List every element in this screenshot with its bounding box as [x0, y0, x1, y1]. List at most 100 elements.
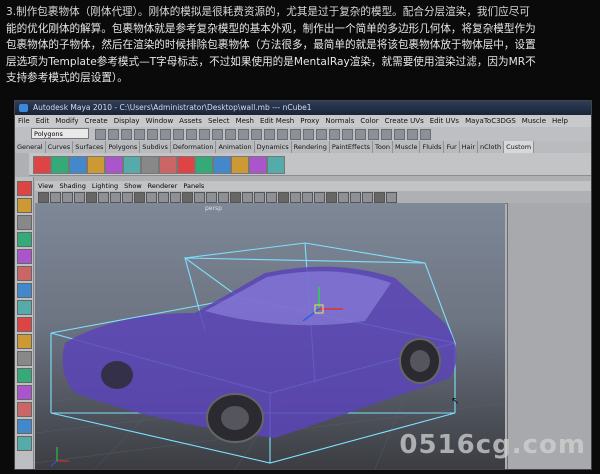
status-tool-icon[interactable]	[199, 129, 210, 140]
panel-tool-icon[interactable]	[50, 192, 61, 203]
shelf-tab[interactable]: Hair	[460, 141, 479, 153]
panel-menu-item[interactable]: Lighting	[92, 182, 118, 190]
toolbox-tool-icon[interactable]	[17, 249, 32, 264]
shelf-tool-icon[interactable]	[177, 156, 195, 174]
mode-selector[interactable]: Polygons	[31, 128, 89, 139]
menu-item[interactable]: MayaToC3DGS	[465, 117, 516, 125]
status-tool-icon[interactable]	[368, 129, 379, 140]
panel-tool-icon[interactable]	[290, 192, 301, 203]
panel-tool-icon[interactable]	[158, 192, 169, 203]
menu-item[interactable]: Select	[208, 117, 230, 125]
panel-tool-icon[interactable]	[62, 192, 73, 203]
shelf-tool-icon[interactable]	[51, 156, 69, 174]
panel-tool-icon[interactable]	[110, 192, 121, 203]
panel-tool-icon[interactable]	[314, 192, 325, 203]
status-tool-icon[interactable]	[290, 129, 301, 140]
panel-tool-icon[interactable]	[362, 192, 373, 203]
status-tool-icon[interactable]	[147, 129, 158, 140]
status-tool-icon[interactable]	[134, 129, 145, 140]
toolbox-tool-icon[interactable]	[17, 198, 32, 213]
toolbox-tool-icon[interactable]	[17, 334, 32, 349]
menu-item[interactable]: Normals	[325, 117, 354, 125]
toolbox-tool-icon[interactable]	[17, 181, 32, 196]
status-tool-icon[interactable]	[303, 129, 314, 140]
menu-item[interactable]: Edit Mesh	[260, 117, 294, 125]
status-tool-icon[interactable]	[329, 129, 340, 140]
status-tool-icon[interactable]	[108, 129, 119, 140]
shelf-tab[interactable]: Rendering	[292, 141, 330, 153]
menu-item[interactable]: Display	[114, 117, 140, 125]
menu-item[interactable]: Mesh	[236, 117, 254, 125]
panel-menu-item[interactable]: Shading	[59, 182, 85, 190]
shelf-tool-icon[interactable]	[105, 156, 123, 174]
toolbox-tool-icon[interactable]	[17, 419, 32, 434]
shelf-tool-icon[interactable]	[249, 156, 267, 174]
shelf-tab[interactable]: General	[15, 141, 46, 153]
toolbox-tool-icon[interactable]	[17, 368, 32, 383]
menu-item[interactable]: Color	[360, 117, 378, 125]
panel-tool-icon[interactable]	[254, 192, 265, 203]
toolbox-tool-icon[interactable]	[17, 266, 32, 281]
panel-tool-icon[interactable]	[242, 192, 253, 203]
status-tool-icon[interactable]	[420, 129, 431, 140]
menu-item[interactable]: File	[18, 117, 30, 125]
shelf-tab[interactable]: Toon	[373, 141, 393, 153]
shelf-tool-icon[interactable]	[159, 156, 177, 174]
panel-menu-item[interactable]: Renderer	[148, 182, 178, 190]
panel-menu-item[interactable]: View	[38, 182, 53, 190]
status-tool-icon[interactable]	[251, 129, 262, 140]
status-tool-icon[interactable]	[173, 129, 184, 140]
panel-tool-icon[interactable]	[98, 192, 109, 203]
shelf-tab[interactable]: Fluids	[420, 141, 445, 153]
shelf-tab[interactable]: Animation	[216, 141, 255, 153]
panel-menu-item[interactable]: Panels	[183, 182, 204, 190]
shelf-tab[interactable]: Subdivs	[140, 141, 171, 153]
status-tool-icon[interactable]	[381, 129, 392, 140]
panel-tool-icon[interactable]	[86, 192, 97, 203]
toolbox-tool-icon[interactable]	[17, 385, 32, 400]
panel-tool-icon[interactable]	[218, 192, 229, 203]
panel-tool-icon[interactable]	[350, 192, 361, 203]
shelf-tool-icon[interactable]	[231, 156, 249, 174]
toolbox-tool-icon[interactable]	[17, 283, 32, 298]
status-tool-icon[interactable]	[264, 129, 275, 140]
panel-tool-icon[interactable]	[374, 192, 385, 203]
status-tool-icon[interactable]	[342, 129, 353, 140]
panel-tool-icon[interactable]	[230, 192, 241, 203]
shelf-tool-icon[interactable]	[69, 156, 87, 174]
panel-tool-icon[interactable]	[386, 192, 397, 203]
shelf-tab[interactable]: Curves	[46, 141, 74, 153]
status-tool-icon[interactable]	[186, 129, 197, 140]
panel-tool-icon[interactable]	[170, 192, 181, 203]
menu-item[interactable]: Edit UVs	[430, 117, 459, 125]
status-tool-icon[interactable]	[316, 129, 327, 140]
shelf-tool-icon[interactable]	[213, 156, 231, 174]
shelf-tab[interactable]: Polygons	[106, 141, 141, 153]
status-tool-icon[interactable]	[394, 129, 405, 140]
shelf-tool-icon[interactable]	[141, 156, 159, 174]
status-tool-icon[interactable]	[238, 129, 249, 140]
shelf-tab[interactable]: Custom	[504, 141, 535, 153]
status-tool-icon[interactable]	[277, 129, 288, 140]
shelf-tab[interactable]: Fur	[444, 141, 460, 153]
menu-item[interactable]: Edit	[36, 117, 50, 125]
panel-menu-item[interactable]: Show	[124, 182, 142, 190]
toolbox-tool-icon[interactable]	[17, 317, 32, 332]
panel-tool-icon[interactable]	[194, 192, 205, 203]
toolbox-tool-icon[interactable]	[17, 232, 32, 247]
shelf-tab[interactable]: Muscle	[393, 141, 421, 153]
menu-item[interactable]: Modify	[55, 117, 78, 125]
menu-item[interactable]: Muscle	[522, 117, 546, 125]
toolbox-tool-icon[interactable]	[17, 215, 32, 230]
panel-tool-icon[interactable]	[38, 192, 49, 203]
shelf-tab[interactable]: Dynamics	[255, 141, 292, 153]
panel-tool-icon[interactable]	[122, 192, 133, 203]
menu-item[interactable]: Help	[552, 117, 568, 125]
menu-item[interactable]: Assets	[179, 117, 202, 125]
panel-tool-icon[interactable]	[326, 192, 337, 203]
shelf-tab[interactable]: Surfaces	[73, 141, 107, 153]
shelf-tool-icon[interactable]	[87, 156, 105, 174]
status-tool-icon[interactable]	[407, 129, 418, 140]
status-tool-icon[interactable]	[212, 129, 223, 140]
panel-tool-icon[interactable]	[146, 192, 157, 203]
